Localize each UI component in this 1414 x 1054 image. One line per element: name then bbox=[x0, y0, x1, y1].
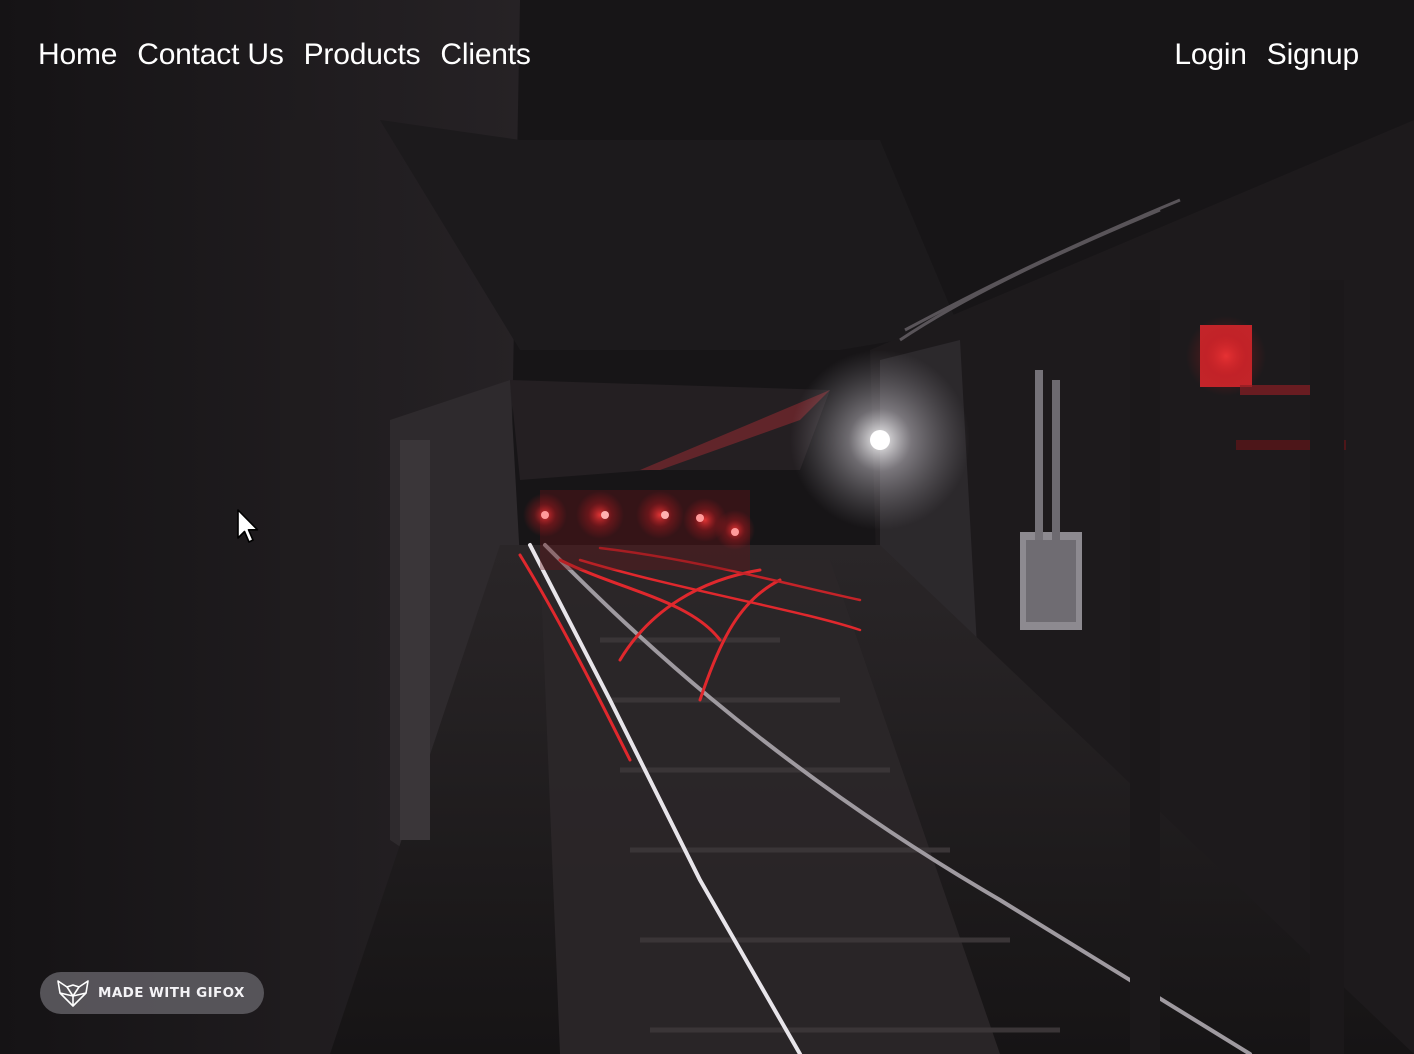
nav-link-contact-us[interactable]: Contact Us bbox=[137, 36, 284, 74]
hero-background-image bbox=[0, 0, 1414, 1054]
badge-label: MADE WITH GIFOX bbox=[98, 985, 245, 1001]
nav-link-home[interactable]: Home bbox=[38, 36, 117, 74]
mouse-pointer-icon bbox=[237, 509, 259, 543]
nav-link-products[interactable]: Products bbox=[304, 36, 421, 74]
nav-link-clients[interactable]: Clients bbox=[440, 36, 531, 74]
made-with-gifox-badge[interactable]: MADE WITH GIFOX bbox=[40, 972, 264, 1014]
primary-nav-links: Home Contact Us Products Clients bbox=[38, 36, 531, 74]
page: Home Contact Us Products Clients Login S… bbox=[0, 0, 1414, 1054]
account-nav-links: Login Signup bbox=[1174, 36, 1359, 74]
nav-link-login[interactable]: Login bbox=[1174, 36, 1247, 74]
nav-link-signup[interactable]: Signup bbox=[1267, 36, 1359, 74]
top-navigation: Home Contact Us Products Clients Login S… bbox=[0, 0, 1414, 110]
fox-logo-icon bbox=[57, 980, 89, 1007]
